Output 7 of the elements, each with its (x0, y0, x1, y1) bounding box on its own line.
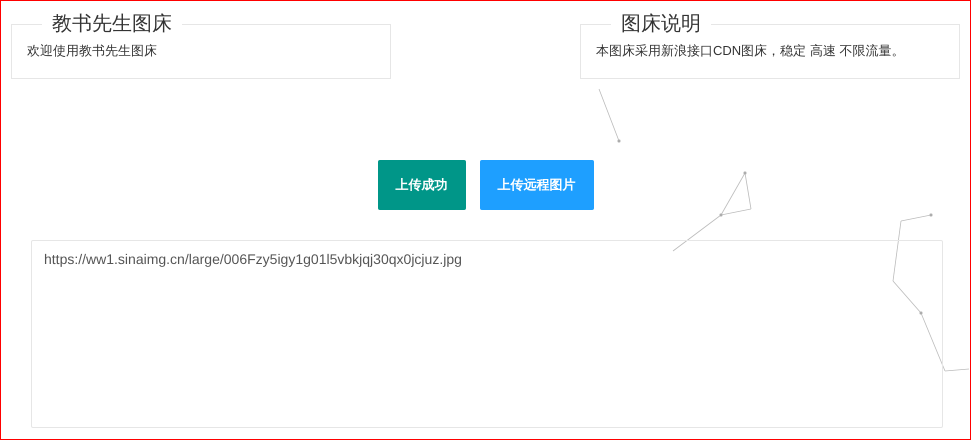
panel-title: 图床说明 (620, 12, 702, 37)
upload-button[interactable]: 上传远程图片 (480, 160, 594, 210)
panel-text: 欢迎使用教书先生图床 (27, 42, 158, 60)
upload-button[interactable]: 上传成功 (378, 160, 466, 210)
panel-title: 教书先生图床 (51, 12, 173, 37)
panel-text: 本图床采用新浪接口CDN图床，稳定 高速 不限流量。 (596, 42, 906, 60)
url-text-area[interactable]: https://ww1.sinaimg.cn/large/006Fzy5igy1g01l5vbkjqj30qx0jcjuz.jpg (31, 240, 943, 428)
